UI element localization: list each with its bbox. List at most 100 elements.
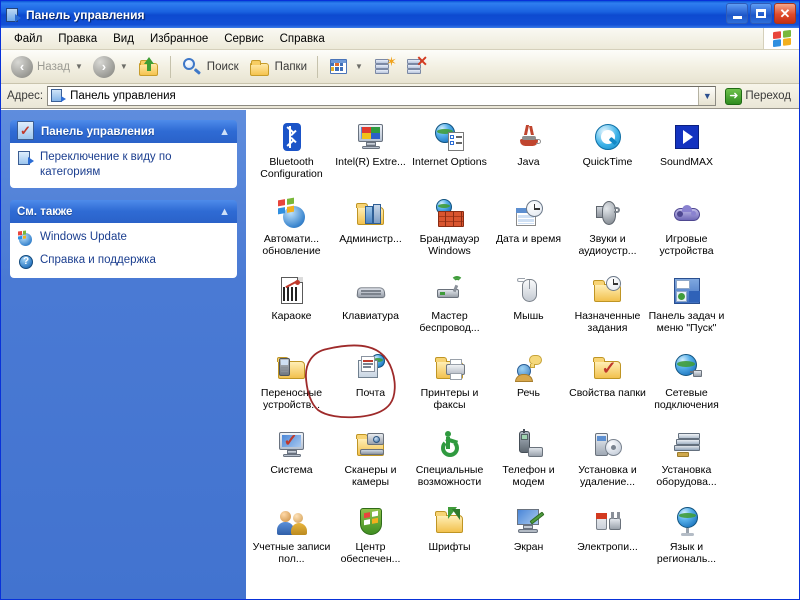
- control-panel-item[interactable]: Язык и региональ...: [647, 503, 726, 580]
- up-button[interactable]: [134, 53, 164, 81]
- control-panel-item[interactable]: Администр...: [331, 195, 410, 272]
- control-panel-item[interactable]: Установка оборудова...: [647, 426, 726, 503]
- control-panel-item[interactable]: Шрифты: [410, 503, 489, 580]
- control-panel-item[interactable]: Экран: [489, 503, 568, 580]
- control-panel-item[interactable]: Установка и удаление...: [568, 426, 647, 503]
- sidebar-link-help-support[interactable]: ? Справка и поддержка: [18, 252, 229, 271]
- control-panel-item[interactable]: Брандмауэр Windows: [410, 195, 489, 272]
- control-panel-item-label: Установка и удаление...: [578, 464, 637, 489]
- control-panel-item[interactable]: Назначенные задания: [568, 272, 647, 349]
- sidebar-link-category-view[interactable]: Переключение к виду по категориям: [18, 149, 229, 181]
- game-controllers-icon: [671, 198, 703, 230]
- scheduled-tasks-icon: [592, 275, 624, 307]
- search-button[interactable]: Поиск: [177, 53, 243, 81]
- sidebar-panel-header-2[interactable]: См. также ▲: [10, 200, 237, 224]
- forward-button[interactable]: › ▼: [89, 53, 132, 81]
- menu-favorites[interactable]: Избранное: [142, 31, 216, 47]
- new-folder-button[interactable]: ✶: [369, 53, 399, 81]
- control-panel-item-label: Шрифты: [428, 541, 471, 553]
- printers-faxes-icon: [434, 352, 466, 384]
- control-panel-item-label: Экран: [513, 541, 544, 553]
- title-bar: Панель управления ✕: [1, 1, 799, 28]
- views-button[interactable]: ▼: [324, 53, 367, 81]
- control-panel-item[interactable]: Караоке: [252, 272, 331, 349]
- control-panel-item[interactable]: Речь: [489, 349, 568, 426]
- control-panel-item[interactable]: SoundMAX: [647, 118, 726, 195]
- control-panel-item-label: Сетевые подключения: [654, 387, 719, 412]
- control-panel-icon: [5, 7, 21, 23]
- control-panel-item-label: Игровые устройства: [659, 233, 714, 258]
- menu-file[interactable]: Файл: [6, 31, 50, 47]
- control-panel-item-label: Дата и время: [495, 233, 562, 245]
- control-panel-item-label: Брандмауэр Windows: [419, 233, 480, 258]
- control-panel-item[interactable]: Сканеры и камеры: [331, 426, 410, 503]
- back-dropdown-icon[interactable]: ▼: [75, 62, 83, 71]
- add-remove-programs-icon: [592, 429, 624, 461]
- control-panel-item-label: Принтеры и факсы: [420, 387, 479, 412]
- quicktime-icon: [592, 121, 624, 153]
- control-panel-item-label: Установка оборудова...: [656, 464, 717, 489]
- control-panel-item[interactable]: Телефон и модем: [489, 426, 568, 503]
- minimize-button[interactable]: [726, 3, 748, 24]
- menu-view[interactable]: Вид: [105, 31, 142, 47]
- sidebar-panel-header[interactable]: ✓ Панель управления ▲: [10, 120, 237, 143]
- soundmax-icon: [671, 121, 703, 153]
- control-panel-item-label: Переносные устройств...: [260, 387, 323, 412]
- regional-language-icon: [671, 506, 703, 538]
- back-button[interactable]: ‹ Назад ▼: [7, 53, 87, 81]
- control-panel-item[interactable]: Клавиатура: [331, 272, 410, 349]
- forward-dropdown-icon[interactable]: ▼: [120, 62, 128, 71]
- control-panel-item[interactable]: Сетевые подключения: [647, 349, 726, 426]
- java-icon: [513, 121, 545, 153]
- karaoke-icon: [276, 275, 308, 307]
- security-center-icon: [355, 506, 387, 538]
- control-panel-item-label: Центр обеспечен...: [340, 541, 401, 566]
- control-panel-item[interactable]: Мышь: [489, 272, 568, 349]
- control-panel-item[interactable]: Электропи...: [568, 503, 647, 580]
- control-panel-item[interactable]: Переносные устройств...: [252, 349, 331, 426]
- control-panel-item[interactable]: Почта: [331, 349, 410, 426]
- control-panel-item[interactable]: QuickTime: [568, 118, 647, 195]
- control-panel-item[interactable]: Игровые устройства: [647, 195, 726, 272]
- control-panel-item[interactable]: Мастер беспровод...: [410, 272, 489, 349]
- menu-tools[interactable]: Сервис: [216, 31, 271, 47]
- control-panel-item-label: Учетные записи пол...: [252, 541, 331, 566]
- control-panel-item[interactable]: ✓ Свойства папки: [568, 349, 647, 426]
- chevron-up-icon-2[interactable]: ▲: [219, 206, 230, 218]
- control-panel-item[interactable]: Учетные записи пол...: [252, 503, 331, 580]
- control-panel-item[interactable]: Intel(R) Extre...: [331, 118, 410, 195]
- menu-help[interactable]: Справка: [272, 31, 333, 47]
- control-panel-item[interactable]: Панель задач и меню "Пуск": [647, 272, 726, 349]
- control-panel-item[interactable]: Автомати... обновление: [252, 195, 331, 272]
- control-panel-item[interactable]: Internet Options: [410, 118, 489, 195]
- maximize-button[interactable]: [750, 3, 772, 24]
- control-panel-item[interactable]: Центр обеспечен...: [331, 503, 410, 580]
- go-button[interactable]: ➜ Переход: [720, 87, 796, 105]
- new-folder-icon: ✶: [373, 55, 397, 77]
- chevron-up-icon[interactable]: ▲: [219, 126, 230, 138]
- address-input[interactable]: Панель управления ▼: [47, 86, 717, 106]
- delete-folder-button[interactable]: ✕: [401, 53, 431, 81]
- control-panel-item-label: Internet Options: [412, 156, 487, 168]
- control-panel-item-label: Телефон и модем: [502, 464, 555, 489]
- sidebar-link-windows-update[interactable]: Windows Update: [18, 229, 229, 248]
- control-panel-item[interactable]: Принтеры и факсы: [410, 349, 489, 426]
- window-body: ✓ Панель управления ▲ Переключение к вид…: [1, 109, 799, 599]
- control-panel-item-label: Речь: [517, 387, 540, 399]
- date-time-icon: [513, 198, 545, 230]
- control-panel-item[interactable]: ✓ Система: [252, 426, 331, 503]
- folders-button[interactable]: Папки: [245, 53, 311, 81]
- views-dropdown-icon[interactable]: ▼: [355, 62, 363, 71]
- portable-devices-icon: [276, 352, 308, 384]
- control-panel-item-label: Bluetooth Configuration: [260, 156, 323, 181]
- sidebar-link-label: Переключение к виду по категориям: [40, 151, 172, 179]
- control-panel-item-label: SoundMAX: [659, 156, 714, 168]
- menu-edit[interactable]: Правка: [50, 31, 105, 47]
- control-panel-item[interactable]: Дата и время: [489, 195, 568, 272]
- control-panel-item[interactable]: Bluetooth Configuration: [252, 118, 331, 195]
- chevron-down-icon[interactable]: ▼: [698, 87, 716, 105]
- control-panel-item[interactable]: Специальные возможности: [410, 426, 489, 503]
- close-button[interactable]: ✕: [774, 3, 796, 24]
- control-panel-item[interactable]: Java: [489, 118, 568, 195]
- control-panel-item[interactable]: Звуки и аудиоустр...: [568, 195, 647, 272]
